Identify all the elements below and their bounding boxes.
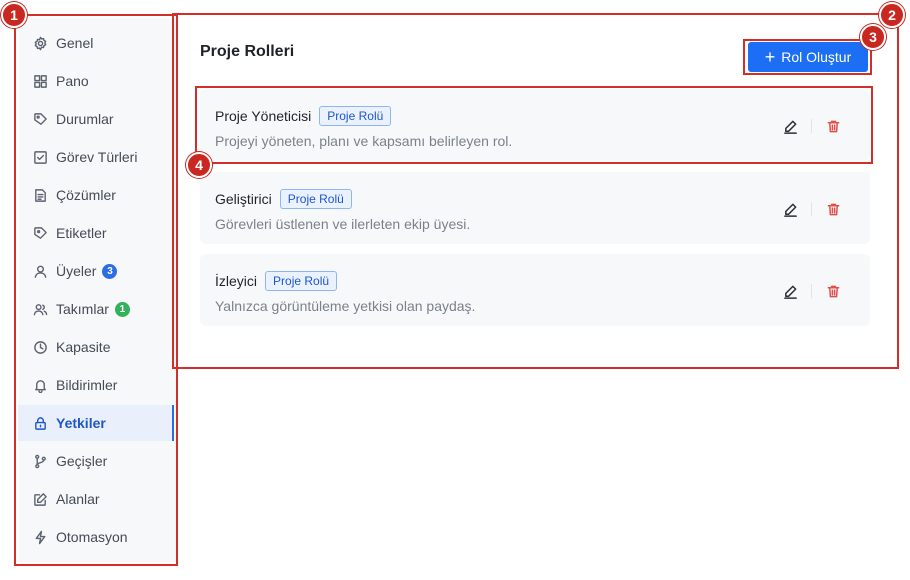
- annotation-marker-2: 2: [879, 2, 905, 28]
- annotation-marker-3: 3: [860, 24, 886, 50]
- annotation-marker-4: 4: [186, 152, 212, 178]
- annotation-box-sidebar: [14, 14, 178, 566]
- annotation-box-role-card: [195, 86, 873, 164]
- annotation-box-create-button: [743, 39, 872, 75]
- annotation-marker-1: 1: [1, 2, 27, 28]
